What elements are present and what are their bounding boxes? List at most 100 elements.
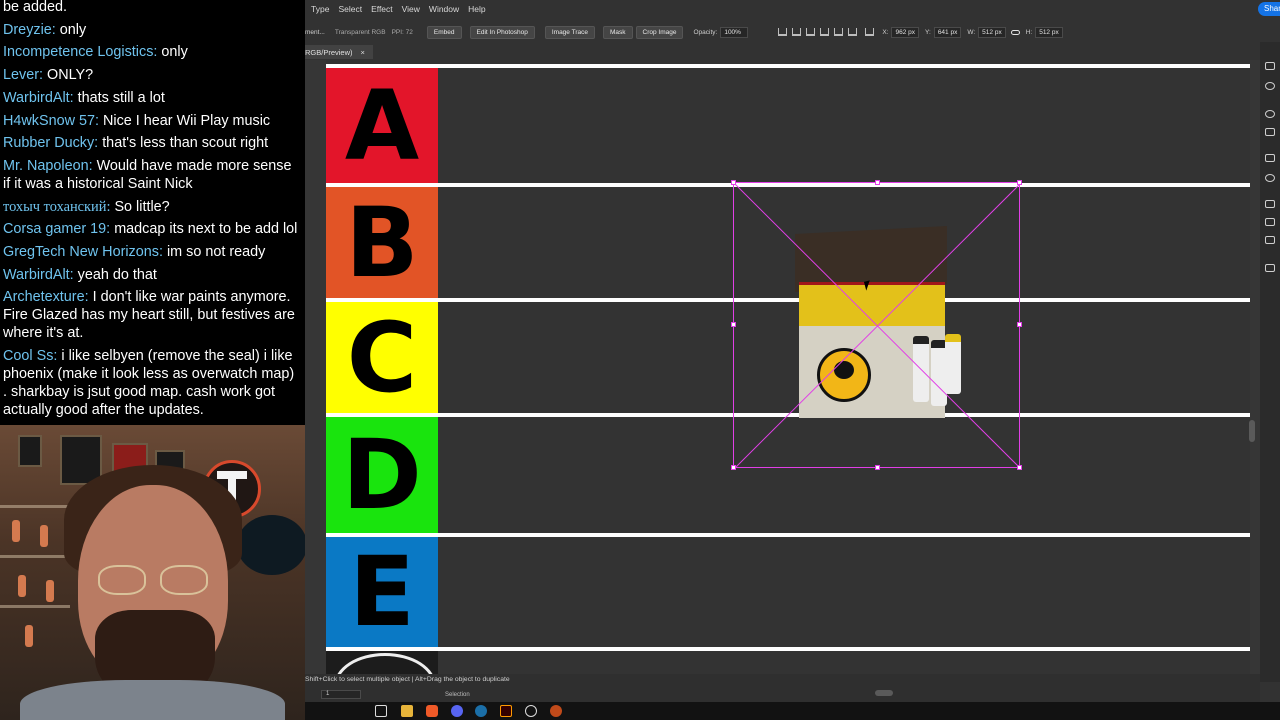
mask-button[interactable]: Mask: [602, 25, 633, 39]
menu-bar: Type Select Effect View Window Help Shar…: [305, 0, 1280, 18]
swatches-icon[interactable]: [1265, 128, 1275, 136]
steam-icon[interactable]: [475, 705, 487, 717]
menu-effect[interactable]: Effect: [371, 4, 393, 14]
chat-message-text: that's less than scout right: [102, 135, 269, 152]
gradient-icon[interactable]: [1265, 154, 1275, 162]
windows-taskbar: [305, 702, 1280, 720]
tier-divider: [326, 533, 1250, 537]
chat-message-text: be added.: [3, 0, 68, 16]
resize-handle-right[interactable]: [1017, 322, 1022, 327]
tier-label-a[interactable]: A: [326, 68, 438, 183]
align-top-icon[interactable]: [820, 28, 830, 36]
chat-message-list: be added. Dreyzie: only Incompetence Logis…: [3, 0, 302, 419]
shelf: [0, 555, 70, 558]
chat-message: Incompetence Logistics: only: [3, 43, 302, 61]
status-hint-text: Shift+Click to select multiple object | …: [305, 676, 510, 683]
transform-icon[interactable]: [1265, 200, 1275, 208]
tier-label-e[interactable]: E: [326, 537, 438, 647]
chat-message: GregTech New Horizons: im so not ready: [3, 243, 302, 261]
chat-message: be added.: [3, 0, 302, 16]
vertical-scrollbar[interactable]: [1249, 420, 1255, 442]
menu-window[interactable]: Window: [429, 4, 459, 14]
w-input[interactable]: 512 px: [978, 26, 1006, 38]
chat-message-text: thats still a lot: [77, 89, 165, 106]
brave-browser-icon[interactable]: [426, 705, 438, 717]
embed-button[interactable]: Embed: [426, 25, 462, 39]
close-icon[interactable]: ×: [361, 48, 365, 57]
menu-select[interactable]: Select: [338, 4, 362, 14]
tier-label-next[interactable]: [326, 651, 438, 674]
chat-username: H4wkSnow 57:: [3, 112, 99, 129]
menu-view[interactable]: View: [402, 4, 420, 14]
tier-label-c[interactable]: C: [326, 302, 438, 413]
tf2-icon[interactable]: [550, 705, 562, 717]
menu-help[interactable]: Help: [468, 4, 485, 14]
chat-username: тохыч тоханский:: [3, 198, 111, 215]
illustrator-icon[interactable]: [500, 705, 512, 717]
figurine: [40, 525, 48, 547]
resize-handle-top-right[interactable]: [1017, 180, 1022, 185]
glasses: [98, 565, 210, 595]
chat-username: GregTech New Horizons:: [3, 243, 163, 260]
appearance-icon[interactable]: [1265, 174, 1275, 182]
file-explorer-icon[interactable]: [401, 705, 413, 717]
resize-handle-bottom-left[interactable]: [731, 465, 736, 470]
selection-bounding-box[interactable]: [731, 180, 1022, 470]
task-view-icon[interactable]: [375, 705, 387, 717]
resize-handle-top-left[interactable]: [731, 180, 736, 185]
chat-message: тохыч тоханский: So little?: [3, 198, 302, 216]
tier-divider: [326, 647, 1250, 651]
chat-message-text: So little?: [114, 198, 170, 215]
share-button[interactable]: Share: [1258, 2, 1280, 16]
info-icon[interactable]: [1265, 82, 1275, 90]
chat-overlay: be added. Dreyzie: only Incompetence Logis…: [0, 0, 305, 425]
color-icon[interactable]: [1265, 110, 1275, 118]
edit-in-photoshop-button[interactable]: Edit In Photoshop: [469, 25, 535, 39]
tier-label-b[interactable]: B: [326, 187, 438, 298]
resize-handle-bottom-right[interactable]: [1017, 465, 1022, 470]
document-tab-title: RGB/Preview): [305, 48, 353, 57]
x-input[interactable]: 962 px: [891, 26, 920, 38]
h-input[interactable]: 512 px: [1035, 26, 1063, 38]
opacity-input[interactable]: 100%: [720, 26, 749, 38]
align-panel-icon[interactable]: [1265, 218, 1275, 226]
chat-username: WarbirdAlt:: [3, 266, 74, 283]
chat-message-text: ONLY?: [47, 67, 94, 84]
chat-message: Dreyzie: only: [3, 21, 302, 39]
export-icon[interactable]: [1265, 264, 1275, 272]
resize-handle-top[interactable]: [875, 180, 880, 185]
y-input[interactable]: 641 px: [933, 26, 962, 38]
align-left-icon[interactable]: [778, 28, 788, 36]
align-center-icon[interactable]: [792, 28, 802, 36]
properties-icon[interactable]: [1265, 62, 1275, 70]
document-tab[interactable]: RGB/Preview) ×: [305, 45, 373, 59]
align-right-icon[interactable]: [806, 28, 816, 36]
canvas-area[interactable]: A B C D E: [305, 60, 1260, 674]
pathfinder-icon[interactable]: [1265, 236, 1275, 244]
chat-message-text: madcap its next to be add lol: [114, 221, 298, 238]
chat-message: H4wkSnow 57: Nice I hear Wii Play music: [3, 112, 302, 130]
chat-message-text: yeah do that: [77, 266, 157, 283]
crop-image-button[interactable]: Crop Image: [635, 25, 684, 39]
align-middle-icon[interactable]: [834, 28, 844, 36]
discord-icon[interactable]: [451, 705, 463, 717]
constrain-proportions-icon[interactable]: [1010, 29, 1020, 35]
tier-label-d[interactable]: D: [326, 417, 438, 533]
microphone: [237, 515, 305, 575]
control-bar: ment... Transparent RGB PPI: 72 Embed Ed…: [305, 22, 1280, 42]
align-bottom-icon[interactable]: [848, 28, 858, 36]
transform-reference-icon[interactable]: [865, 28, 875, 36]
obs-icon[interactable]: [525, 705, 537, 717]
horizontal-scrollbar[interactable]: [875, 690, 893, 696]
right-panel-strip: [1260, 42, 1280, 682]
chat-message-text: Nice I hear Wii Play music: [103, 112, 271, 129]
resize-handle-bottom[interactable]: [875, 465, 880, 470]
menu-type[interactable]: Type: [311, 4, 329, 14]
chat-message: WarbirdAlt: thats still a lot: [3, 89, 302, 107]
page-select[interactable]: 1: [321, 690, 361, 699]
resize-handle-left[interactable]: [731, 322, 736, 327]
image-trace-button[interactable]: Image Trace: [544, 25, 595, 39]
chat-username: Dreyzie:: [3, 21, 56, 38]
tier-divider: [326, 64, 1250, 68]
chat-message: Corsa gamer 19: madcap its next to be ad…: [3, 220, 302, 238]
